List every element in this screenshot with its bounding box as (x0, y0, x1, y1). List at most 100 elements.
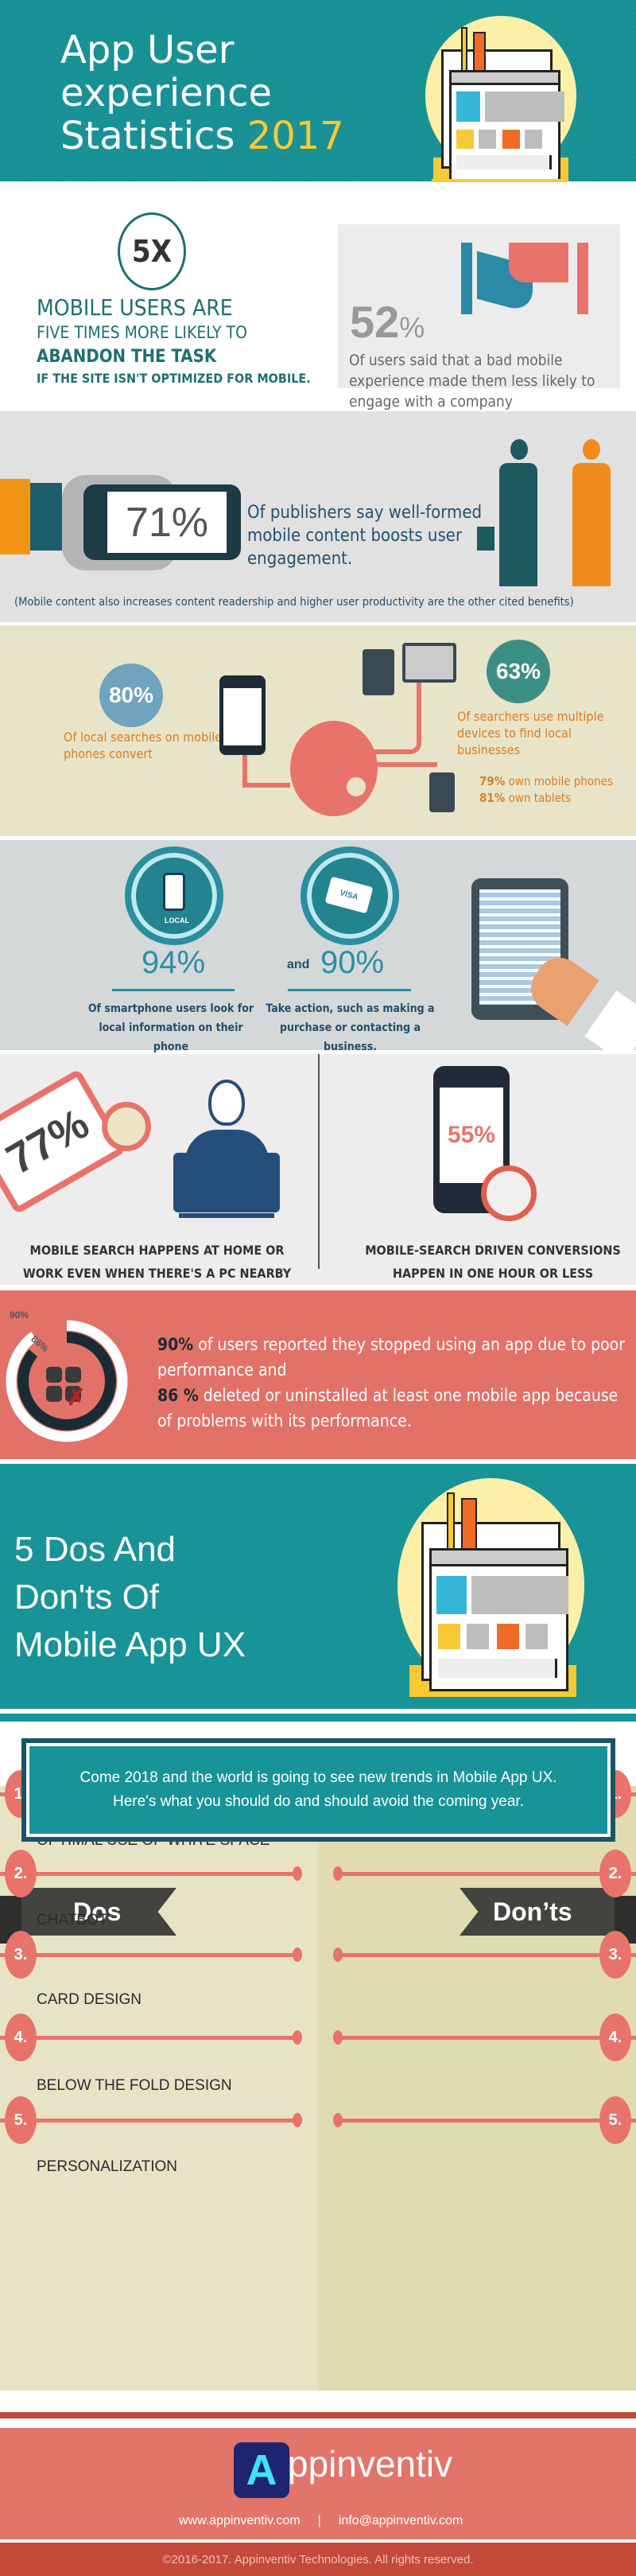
stat-value-94: 94% (142, 945, 206, 980)
item-line (335, 1872, 636, 1876)
stat-headline: MOBILE USERS ARE (37, 294, 233, 321)
footer-divider (0, 2412, 636, 2418)
sleeve (30, 483, 62, 551)
five-x-badge: 5X (118, 212, 186, 290)
item-dot (293, 1866, 302, 1881)
item-dot (333, 1948, 343, 1962)
stat-circle-80: 80% (99, 663, 163, 727)
stat-circle-63: 63% (487, 640, 550, 703)
item-dot (293, 1948, 302, 1962)
phone-icon: 71% (83, 484, 241, 560)
add-button-icon (438, 1624, 460, 1649)
divider (288, 989, 411, 991)
stat-description: 90% of users reported they stopped using… (157, 1335, 625, 1430)
globe-icon (290, 721, 378, 816)
item-line (335, 2119, 636, 2123)
stat-caption: Of smartphone users look for local infor… (87, 1002, 254, 1053)
page-title: App User experience Statistics 2017 (60, 28, 344, 158)
add-button-icon (525, 1624, 548, 1649)
stat-value: 52% (350, 297, 425, 347)
delete-x-icon: ✗ (67, 1385, 86, 1410)
phone-icon (219, 675, 266, 755)
add-button-icon (479, 130, 496, 149)
laptop-icon (173, 1153, 280, 1212)
stat-description: Of searchers use multiple devices to fin… (457, 709, 604, 757)
stat-section-smartphone: LOCAL VISA 94% and 90% Of smartphone use… (0, 840, 636, 1064)
stat-value-90: 90% (320, 945, 385, 980)
separator: | (317, 2514, 321, 2527)
item-number: 5. (5, 2096, 37, 2144)
item-dot (333, 1866, 343, 1881)
email-link[interactable]: info@appinventiv.com (339, 2514, 463, 2528)
handshake-icon (461, 239, 592, 318)
item-text: BELOW THE FOLD DESIGN (37, 2077, 232, 2094)
item-text: PERSONALIZATION (37, 2158, 178, 2175)
connector-line (242, 755, 247, 787)
stat-description: Of local searches on mobile phones conve… (64, 730, 223, 761)
stat-caption: MOBILE-SEARCH DRIVEN CONVERSIONS HAPPEN … (365, 1243, 621, 1281)
credit-card-icon: VISA (301, 846, 399, 945)
item-number: 4. (599, 2014, 631, 2061)
person-icon (208, 1080, 245, 1126)
add-button-icon (525, 130, 542, 149)
item-line (0, 2036, 296, 2040)
connector-line (374, 762, 437, 767)
sleeve-cuff (0, 479, 30, 555)
item-line (0, 1953, 296, 1957)
text-placeholder (485, 91, 564, 122)
item-number: 3. (5, 1931, 37, 1979)
header-banner: App User experience Statistics 2017 (0, 0, 636, 181)
divider-band (0, 1702, 636, 1722)
wireframe-illustration (417, 16, 592, 181)
stat-value-77: 77% (0, 1099, 97, 1185)
stat-note: (Mobile content also increases content r… (14, 596, 574, 609)
text-placeholder (471, 1576, 568, 1614)
dos-donts-section: Dos Don’ts 1.OPTIMAL USE OF WHITE SPACE2… (0, 1770, 636, 2391)
section-title: 5 Dos And Don'ts Of Mobile App UX (14, 1530, 246, 1664)
connector-line (242, 783, 290, 788)
divider (318, 1054, 320, 1269)
image-placeholder-icon (436, 1576, 467, 1614)
add-button-icon (502, 130, 520, 149)
copyright: ©2016-2017. Appinventiv Technologies. Al… (0, 2543, 636, 2576)
item-line (335, 2036, 636, 2040)
stat-description: Of publishers say well-formed mobile con… (247, 503, 483, 569)
item-number: 2. (599, 1850, 631, 1897)
stat-card-52: 52% Of users said that a bad mobile expe… (338, 224, 620, 411)
magnifier-icon (102, 1102, 151, 1151)
sleeve (584, 990, 636, 1064)
appinventiv-logo-icon[interactable]: A (234, 2442, 289, 2498)
add-button-icon (456, 130, 474, 149)
brand-name: ppinventiv (288, 2443, 453, 2485)
item-text: CHATBOT (37, 1912, 108, 1928)
ring-label-90: 90% (10, 1309, 29, 1321)
donts-column (318, 1786, 636, 2391)
stat-emphasis: ABANDON THE TASK (37, 347, 217, 367)
search-field-icon (456, 155, 552, 169)
title-year: 2017 (246, 114, 344, 158)
magnifier-icon (342, 772, 370, 801)
search-field-icon (438, 1659, 557, 1678)
item-number: 2. (5, 1850, 37, 1897)
device-ownership: 79% own mobile phones 81% own tablets (479, 774, 614, 805)
image-placeholder-icon (456, 91, 480, 122)
footer: A ppinventiv www.appinventiv.com | info@… (0, 2428, 636, 2539)
stat-section-search-behaviour: 77% 55% MOBILE SEARCH HAPPENS AT HOME OR… (0, 1054, 636, 1304)
tablet-icon (363, 649, 394, 695)
add-button-icon (467, 1624, 489, 1649)
stat-section-performance: 90% 86% ✗ 90% of users reported they sto… (0, 1290, 636, 1459)
stat-section-publishers: 71% Of publishers say well-formed mobile… (0, 411, 636, 622)
conjunction: and (287, 958, 310, 971)
website-link[interactable]: www.appinventiv.com (179, 2514, 301, 2528)
donts-ribbon: Don’ts (460, 1888, 615, 1936)
stat-footnote: IF THE SITE ISN'T OPTIMIZED FOR MOBILE. (37, 371, 311, 386)
item-number: 3. (599, 1931, 631, 1979)
item-dot (293, 2030, 302, 2045)
dos-donts-banner: 5 Dos And Don'ts Of Mobile App UX (0, 1464, 636, 1702)
stat-line: FIVE TIMES MORE LIKELY TO (37, 323, 247, 342)
item-dot (293, 2113, 302, 2127)
laptop-icon (402, 643, 456, 683)
clock-icon (481, 1165, 537, 1221)
stat-section-local-search: 80% Of local searches on mobile phones c… (0, 625, 636, 836)
laptop-base (179, 1213, 274, 1218)
